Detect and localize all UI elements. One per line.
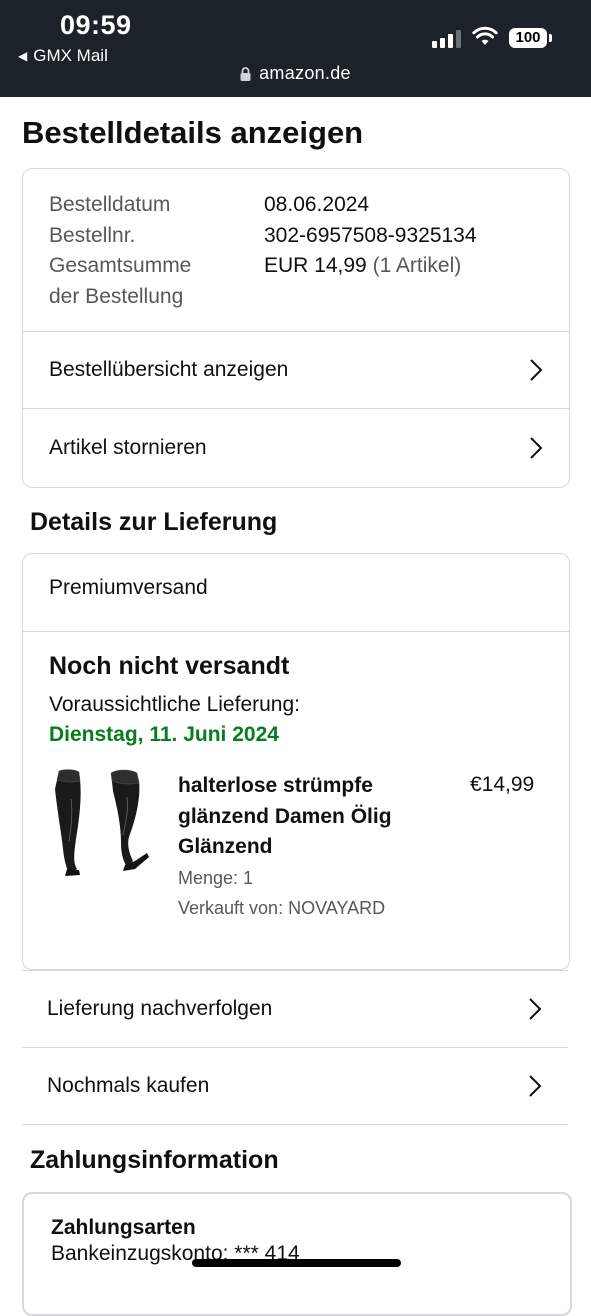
back-arrow-icon: ◀ — [18, 49, 28, 63]
track-delivery-link[interactable]: Lieferung nachverfolgen — [22, 971, 568, 1047]
order-date-value: 08.06.2024 — [264, 193, 370, 216]
wifi-icon — [472, 26, 498, 45]
page-title: Bestelldetails anzeigen — [22, 115, 364, 150]
order-number-label: Bestellnr. — [49, 223, 136, 247]
order-total-amount: EUR 14,99 — [264, 254, 367, 277]
chevron-right-icon — [530, 359, 543, 381]
view-order-summary-link[interactable]: Bestellübersicht anzeigen — [23, 332, 569, 408]
chevron-right-icon — [529, 1075, 542, 1097]
battery-icon: 100 — [509, 28, 547, 48]
delivery-estimate-date: Dienstag, 11. Juni 2024 — [49, 723, 279, 746]
order-number-value: 302-6957508-9325134 — [264, 223, 477, 247]
product-title-line1: halterlose strümpfe — [178, 774, 373, 797]
shipping-method: Premiumversand — [49, 576, 208, 599]
order-summary-card: Bestelldatum 08.06.2024 Bestellnr. 302-695… — [22, 168, 570, 488]
cancel-items-link[interactable]: Artikel stornieren — [23, 409, 569, 486]
product-title-line3: Glänzend — [178, 835, 273, 858]
order-total-value: EUR 14,99 (1 Artikel) — [264, 251, 461, 282]
product-title-line2: glänzend Damen Ölig — [178, 804, 392, 828]
product-seller: Verkauft von: NOVAYARD — [178, 898, 386, 918]
buy-again-link[interactable]: Nochmals kaufen — [22, 1048, 568, 1124]
delivery-section-title: Details zur Lieferung — [30, 508, 278, 536]
view-order-summary-label: Bestellübersicht anzeigen — [49, 358, 289, 381]
buy-again-label: Nochmals kaufen — [47, 1074, 210, 1097]
order-total-label-line2: der Bestellung — [49, 284, 184, 308]
shipment-status: Noch nicht versandt — [49, 652, 290, 680]
status-time: 09:59 — [60, 10, 132, 40]
url-bar[interactable]: amazon.de — [0, 63, 591, 84]
order-item-count: (1 Artikel) — [372, 254, 462, 277]
payment-methods-title: Zahlungsarten — [51, 1216, 196, 1239]
home-indicator[interactable] — [192, 1259, 401, 1267]
status-bar: 09:59 ◀ GMX Mail 100 amazon.de — [0, 0, 591, 97]
divider — [22, 1124, 568, 1125]
order-total-label: Gesamtsumme der Bestellung — [49, 251, 264, 312]
lock-icon — [240, 67, 251, 81]
signal-icon — [432, 30, 461, 48]
product-quantity: Menge: 1 — [178, 868, 254, 888]
product-image[interactable] — [49, 769, 153, 877]
divider — [23, 631, 569, 632]
track-delivery-label: Lieferung nachverfolgen — [47, 997, 273, 1020]
payment-card: Zahlungsarten Bankeinzugskonto: *** 414 — [22, 1192, 572, 1316]
order-date-label: Bestelldatum — [49, 193, 171, 216]
cancel-items-label: Artikel stornieren — [49, 435, 207, 459]
order-summary-details: Bestelldatum 08.06.2024 Bestellnr. 302-695… — [49, 190, 477, 312]
order-total-label-line1: Gesamtsumme — [49, 254, 192, 277]
url-text: amazon.de — [259, 63, 351, 83]
product-title-link[interactable]: halterlose strümpfe glänzend Damen Ölig … — [178, 771, 428, 863]
payment-section-title: Zahlungsinformation — [30, 1146, 279, 1174]
delivery-estimate-label: Voraussichtliche Lieferung: — [49, 693, 300, 716]
delivery-card: Premiumversand Noch nicht versandt Vorau… — [22, 553, 570, 970]
product-price: €14,99 — [470, 773, 535, 796]
chevron-right-icon — [529, 998, 542, 1020]
battery-tip — [549, 34, 552, 42]
chevron-right-icon — [530, 436, 543, 459]
